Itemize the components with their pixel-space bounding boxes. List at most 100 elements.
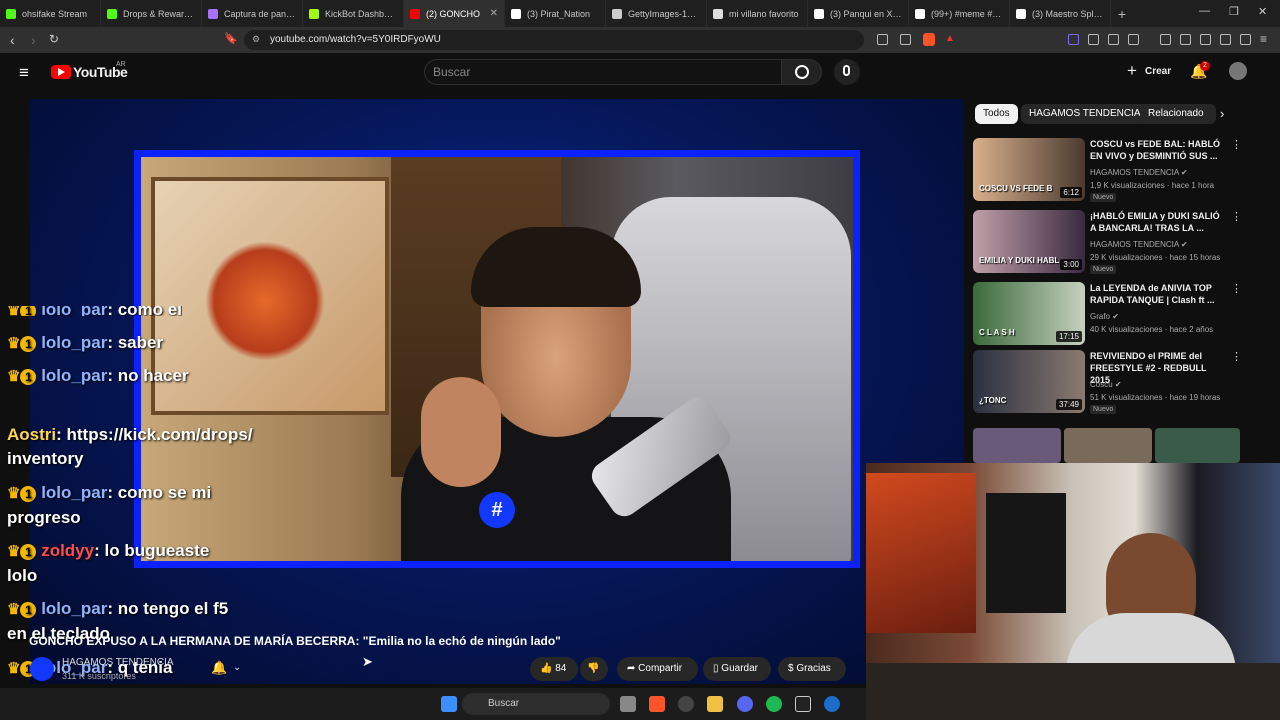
new-tab-button[interactable]: + [1111, 6, 1133, 22]
wallet-icon[interactable] [1200, 34, 1211, 45]
forward-icon[interactable]: › [31, 32, 36, 48]
save-button[interactable]: ▯ Guardar [703, 657, 771, 681]
avatar[interactable] [1229, 62, 1247, 80]
recommendation-item[interactable]: COSCU VS FEDE B 6:12 COSCU vs FEDE BAL: HA… [973, 138, 1242, 202]
recommendation-thumbnail[interactable] [1155, 428, 1240, 463]
crown-badge-icon: ♛ [7, 301, 21, 316]
like-button[interactable]: 👍 84 [530, 657, 578, 681]
sidebar-toggle-icon[interactable] [1180, 34, 1191, 45]
capcut-icon[interactable] [824, 696, 840, 712]
hamburger-menu-icon[interactable]: ≡ [19, 63, 29, 83]
recommendation-thumbnail[interactable]: C L A S H 17:15 [973, 282, 1085, 345]
share-page-icon[interactable] [900, 34, 911, 45]
browser-tab[interactable]: (3) Pirat_Nation [505, 0, 606, 27]
thumbnail-caption: C L A S H [979, 328, 1015, 337]
browser-tab[interactable]: (3) Maestro Splinter [1010, 0, 1111, 27]
browser-tab[interactable]: Drops & Rewards In [101, 0, 202, 27]
leo-ai-icon[interactable] [1220, 34, 1231, 45]
recommendation-channel[interactable]: Coscu ✔ [1090, 380, 1122, 389]
recommendation-channel[interactable]: HAGAMOS TENDENCIA ✔ [1090, 240, 1188, 249]
browser-tab[interactable]: (2) GONCHO ✕ [404, 0, 505, 27]
recommendation-title[interactable]: La LEYENDA de ANIVIA TOP RAPIDA TANQUE |… [1090, 282, 1225, 306]
browser-tab[interactable]: ohsifake Stream [0, 0, 101, 27]
desk [866, 663, 1280, 720]
chat-text-continued: inventory [7, 449, 84, 468]
share-button[interactable]: ➦ Compartir [617, 657, 698, 681]
video-frame: # [134, 150, 860, 568]
browser-tab[interactable]: GettyImages-14188 [606, 0, 707, 27]
extension-icon[interactable] [1068, 34, 1079, 45]
translate-icon[interactable] [1088, 34, 1099, 45]
more-options-icon[interactable]: ⋮ [1231, 138, 1242, 151]
extensions-puzzle-icon[interactable] [1108, 34, 1119, 45]
taskbar-search[interactable]: Buscar [462, 693, 610, 715]
recommendation-channel[interactable]: Grafo ✔ [1090, 312, 1119, 321]
chevron-down-icon[interactable]: ⌄ [233, 662, 241, 673]
maximize-icon[interactable]: ❐ [1229, 5, 1239, 18]
chat-text-continued: progreso [7, 507, 81, 527]
url-field[interactable]: youtube.com/watch?v=5Y0IRDFyoWU [244, 30, 864, 50]
recommendation-thumbnail[interactable] [973, 428, 1061, 463]
more-options-icon[interactable]: ⋮ [1231, 350, 1242, 363]
chat-text-continued: lolo [7, 565, 38, 585]
site-info-icon[interactable]: ⚙ [252, 34, 260, 45]
close-window-icon[interactable]: ✕ [1258, 5, 1267, 18]
youtube-logo-icon[interactable] [51, 65, 71, 79]
chip-channel[interactable]: HAGAMOS TENDENCIA [1021, 104, 1149, 124]
chevron-right-icon[interactable]: › [1220, 106, 1224, 121]
music-icon[interactable] [1160, 34, 1171, 45]
menu-icon[interactable]: ≡ [1260, 32, 1267, 46]
reload-icon[interactable]: ↻ [49, 32, 59, 46]
app-icon[interactable] [795, 696, 811, 712]
recommendation-channel[interactable]: HAGAMOS TENDENCIA ✔ [1090, 168, 1188, 177]
vpn-icon[interactable] [1240, 34, 1251, 45]
recommendation-title[interactable]: COSCU vs FEDE BAL: HABLÓ EN VIVO y DESMI… [1090, 138, 1225, 162]
chip-todos[interactable]: Todos [975, 104, 1018, 124]
tab-favicon-icon [511, 8, 521, 19]
back-icon[interactable]: ‹ [10, 32, 15, 48]
discord-icon[interactable] [737, 696, 753, 712]
file-explorer-icon[interactable] [707, 696, 723, 712]
channel-name[interactable]: HAGAMOS TENDENCIA [62, 657, 174, 668]
browser-tab[interactable]: (99+) #meme #hum [909, 0, 1010, 27]
subscribe-bell-icon[interactable]: 🔔 [211, 660, 227, 676]
browser-tab[interactable]: Captura de pantalla [202, 0, 303, 27]
recommendation-thumbnail[interactable] [1064, 428, 1152, 463]
thanks-button[interactable]: $ Gracias [778, 657, 846, 681]
settings-gear-icon[interactable] [678, 696, 694, 712]
recommendation-thumbnail[interactable]: ¿TONC 37:49 [973, 350, 1085, 413]
voice-search-button[interactable] [834, 59, 860, 85]
recommendation-thumbnail[interactable]: EMILIA Y DUKI HABL 3:00 [973, 210, 1085, 273]
browser-tab[interactable]: mi villano favorito [707, 0, 808, 27]
recommendation-item[interactable]: ¿TONC 37:49 REVIVIENDO el PRIME del FREEST… [973, 350, 1242, 414]
spotify-icon[interactable] [766, 696, 782, 712]
browser-tab[interactable]: KickBot Dashboard [303, 0, 404, 27]
more-options-icon[interactable]: ⋮ [1231, 282, 1242, 295]
browser-tab[interactable]: (3) Panqui en X: "M [808, 0, 909, 27]
channel-avatar[interactable] [30, 657, 54, 681]
brave-shield-icon[interactable] [923, 33, 935, 46]
screen-cast-icon[interactable] [877, 34, 888, 45]
task-view-icon[interactable] [620, 696, 636, 712]
recommendation-title[interactable]: ¡HABLÓ EMILIA y DUKI SALIÓ A BANCARLA! T… [1090, 210, 1225, 234]
recommendation-item[interactable]: C L A S H 17:15 La LEYENDA de ANIVIA TOP R… [973, 282, 1242, 346]
chip-related[interactable]: Relacionado [1140, 104, 1216, 124]
recommendation-thumbnail[interactable]: COSCU VS FEDE B 6:12 [973, 138, 1085, 201]
youtube-search-input[interactable]: Buscar [424, 59, 782, 85]
create-button[interactable]: Crear [1145, 66, 1171, 77]
create-plus-icon[interactable]: + [1127, 61, 1137, 81]
bookmark-icon[interactable]: 🔖 [224, 32, 238, 45]
brave-rewards-icon[interactable]: ▲ [945, 33, 955, 44]
recommendation-item[interactable]: EMILIA Y DUKI HABL 3:00 ¡HABLÓ EMILIA y DU… [973, 210, 1242, 274]
crown-badge-icon: ♛ [7, 334, 21, 352]
minimize-icon[interactable]: — [1199, 5, 1210, 17]
chat-text: lo bugueaste [104, 541, 210, 560]
dislike-button[interactable]: 👎 [580, 657, 608, 681]
youtube-search-button[interactable] [782, 59, 822, 85]
webcam-overlay [866, 463, 1280, 720]
windows-start-icon[interactable] [441, 696, 457, 712]
brave-icon[interactable] [649, 696, 665, 712]
more-options-icon[interactable]: ⋮ [1231, 210, 1242, 223]
screenshot-icon[interactable] [1128, 34, 1139, 45]
close-tab-icon[interactable]: ✕ [486, 8, 498, 19]
